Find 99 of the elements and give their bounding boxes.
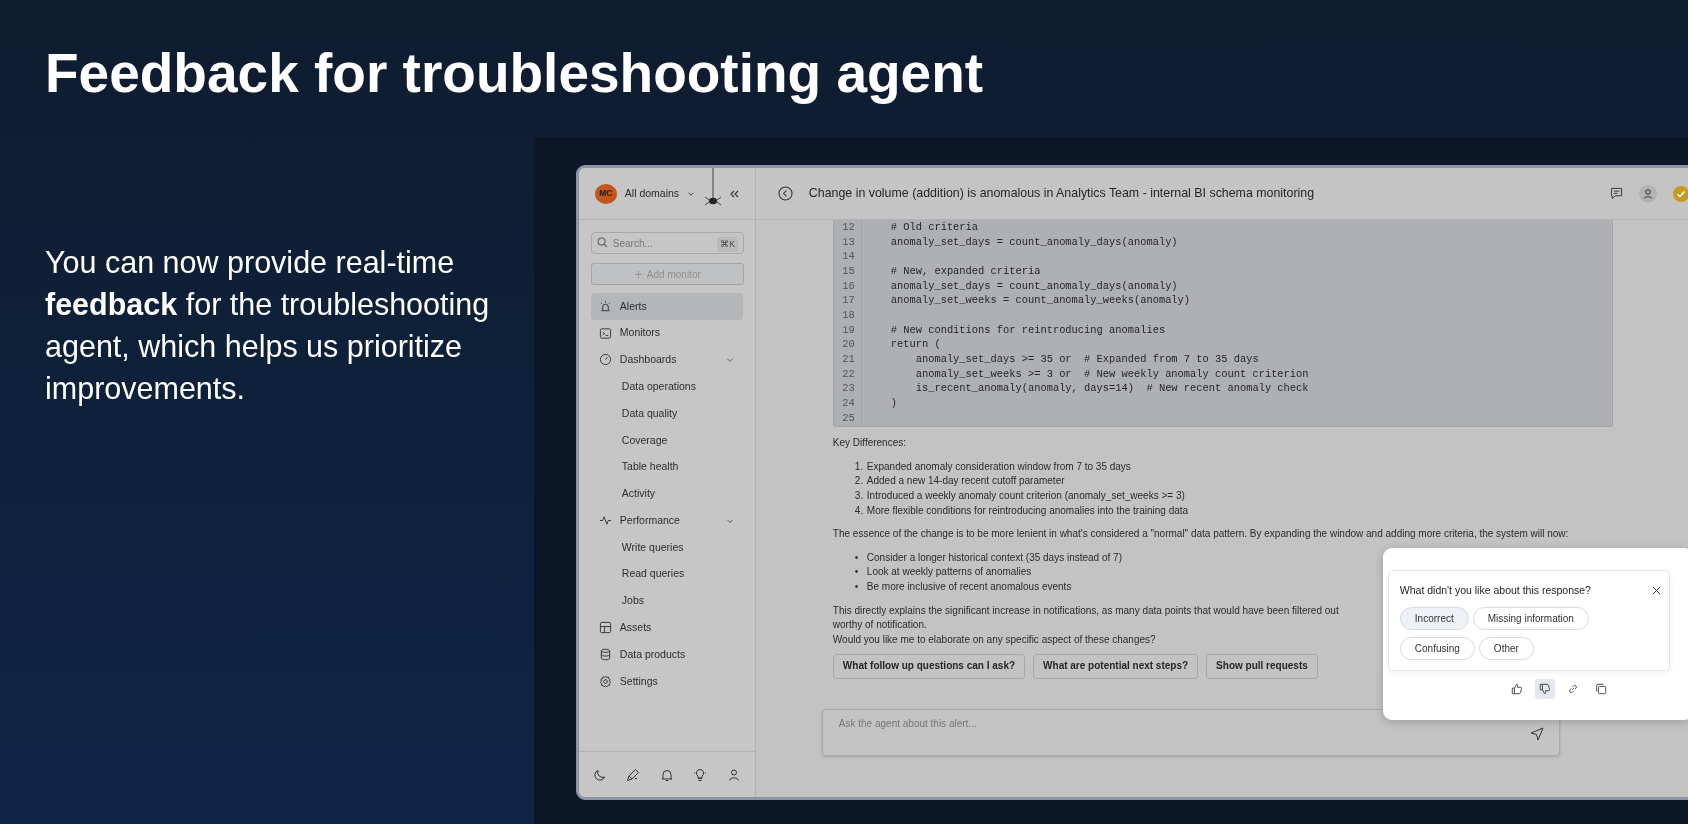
nav-subitem[interactable]: Write queries <box>590 534 743 561</box>
theme-toggle-button[interactable] <box>592 767 607 782</box>
line-number: 23 <box>833 381 862 396</box>
nav-subitem[interactable]: Coverage <box>590 427 743 454</box>
line-number: 16 <box>833 278 862 294</box>
code-line: return ( <box>889 337 941 352</box>
profile-button[interactable] <box>726 767 741 782</box>
paragraph: The essence of the change is to be more lenient in what's considered a "normal" data pattern. By expanding the window and adding more criteria, the system will now: <box>832 527 1570 542</box>
collapse-sidebar-button[interactable] <box>729 188 740 199</box>
code-line: is_recent_anomaly(anomaly, days=14) # New recent anomaly check <box>914 381 1309 396</box>
pulse-icon <box>598 514 612 528</box>
siren-icon <box>598 299 612 313</box>
nav-item[interactable]: Settings <box>590 668 743 695</box>
list-marker: 3. <box>854 488 865 503</box>
suggestion-button[interactable]: What follow up questions can I ask? <box>832 654 1026 679</box>
line-number: 22 <box>833 366 862 382</box>
notifications-button[interactable] <box>659 767 674 782</box>
avatar[interactable]: MC <box>594 183 617 204</box>
list-item-text: More flexible conditions for reintroducing anomalies into the training data <box>866 503 1189 518</box>
close-button[interactable] <box>1651 586 1661 596</box>
line-number: 12 <box>833 220 862 235</box>
thumbs-up-icon <box>1510 682 1523 695</box>
line-number: 24 <box>833 395 862 411</box>
shortcut-hint: ⌘K <box>717 237 738 252</box>
nav-item[interactable]: Alerts <box>590 293 743 320</box>
chat-input[interactable]: Ask the agent about this alert... <box>821 708 1560 756</box>
nav-item[interactable]: Monitors <box>590 319 743 347</box>
search-icon <box>596 237 608 248</box>
thumbs-down-icon <box>1538 682 1551 695</box>
nav-subitem[interactable]: Activity <box>590 480 743 508</box>
gear-icon <box>598 675 612 689</box>
paragraph-line: Would you like me to elaborate on any specific aspect of these changes? <box>832 632 1156 647</box>
list-item-text: Introduced a weekly anomaly count criterion (anomaly_set_weeks >= 3) <box>866 488 1185 503</box>
ideas-button[interactable] <box>693 767 708 782</box>
nav-item[interactable]: Assets <box>590 614 743 642</box>
nav-subitem[interactable]: Data operations <box>590 373 743 401</box>
line-number: 17 <box>833 293 862 308</box>
list-marker: 4. <box>854 503 865 518</box>
line-number: 15 <box>833 263 862 279</box>
user-button[interactable] <box>1638 184 1657 203</box>
feedback-question: What didn't you like about this response? <box>1399 583 1591 598</box>
list-marker: • <box>854 565 860 580</box>
bullet-item-text: Consider a longer historical context (35 days instead of 7) <box>866 550 1122 565</box>
line-number: 20 <box>833 337 862 352</box>
line-number: 21 <box>833 351 862 367</box>
feedback-option[interactable]: Confusing <box>1399 636 1475 660</box>
list-item-text: Added a new 14-day recent cutoff parameter <box>866 474 1065 489</box>
section-heading: Key Differences: <box>832 436 907 451</box>
nav-subitem[interactable]: Read queries <box>590 560 743 588</box>
nav-subitem[interactable]: Data quality <box>590 400 743 427</box>
link-icon <box>1566 682 1579 695</box>
code-line: anomaly_set_days = count_anomaly_days(anomaly) <box>889 278 1178 294</box>
code-line: # New, expanded criteria <box>889 263 1041 279</box>
bullet-item-text: Look at weekly patterns of anomalies <box>866 565 1032 580</box>
nav-subitem[interactable]: Table health <box>590 453 743 481</box>
nav-item[interactable]: Data products <box>590 641 743 669</box>
suggestion-button[interactable]: Show pull requests <box>1206 654 1318 679</box>
line-number: 13 <box>833 234 862 250</box>
nav-item[interactable]: Performance <box>590 507 743 535</box>
gauge-icon <box>598 353 612 367</box>
brush-button[interactable] <box>626 767 641 782</box>
code-line: anomaly_set_days >= 35 or # Expanded from 7 to 35 days <box>914 351 1259 367</box>
plus-icon <box>633 269 643 279</box>
check-icon <box>1672 185 1688 202</box>
code-line: ) <box>889 395 897 411</box>
alert-title: Change in volume (addition) is anomalous in Analytics Team - internal BI schema monitoring <box>808 185 1315 203</box>
list-item-text: Expanded anomaly consideration window from 7 to 35 days <box>866 459 1131 474</box>
code-line: anomaly_set_weeks = count_anomaly_weeks(anomaly) <box>889 293 1191 308</box>
code-line: anomaly_set_days = count_anomaly_days(anomaly) <box>889 234 1178 250</box>
copy-icon <box>1594 682 1607 695</box>
bullet-item-text: Be more inclusive of recent anomalous events <box>866 579 1072 594</box>
code-line: # Old criteria <box>889 220 979 235</box>
database-icon <box>598 648 612 662</box>
terminal-icon <box>598 326 612 340</box>
send-icon[interactable] <box>1529 726 1544 741</box>
paragraph-line: This directly explains the significant increase in notifications, as many data points that would have been filtered out <box>832 603 1339 618</box>
feedback-option[interactable]: Incorrect <box>1399 606 1469 630</box>
grid-icon <box>598 621 612 635</box>
line-number: 18 <box>833 307 862 323</box>
list-marker: • <box>854 550 860 565</box>
nav-item[interactable]: Dashboards <box>590 346 743 374</box>
domain-selector[interactable]: All domains <box>624 185 680 202</box>
feedback-option[interactable]: Other <box>1478 636 1534 660</box>
list-marker: 2. <box>854 474 865 489</box>
thumbs-down-button[interactable] <box>1534 678 1555 699</box>
list-marker: 1. <box>854 459 865 474</box>
line-number: 19 <box>833 322 862 338</box>
suggestion-button[interactable]: What are potential next steps? <box>1033 654 1199 679</box>
code-line: anomaly_set_weeks >= 3 or # New weekly anomaly count criterion <box>914 366 1309 382</box>
back-button[interactable] <box>777 186 793 201</box>
description-text: You can now provide real-time feedback for the troubleshooting agent, which helps us prioritize improvements. <box>45 244 491 408</box>
nav-subitem[interactable]: Jobs <box>590 587 743 615</box>
line-number: 25 <box>833 410 862 426</box>
line-number: 14 <box>833 249 862 264</box>
paragraph-line: worthy of notification. <box>832 618 927 633</box>
list-marker: • <box>854 579 860 594</box>
feedback-option[interactable]: Missing information <box>1472 606 1589 630</box>
comment-button[interactable] <box>1609 187 1623 200</box>
code-line: # New conditions for reintroducing anomalies <box>889 322 1166 338</box>
